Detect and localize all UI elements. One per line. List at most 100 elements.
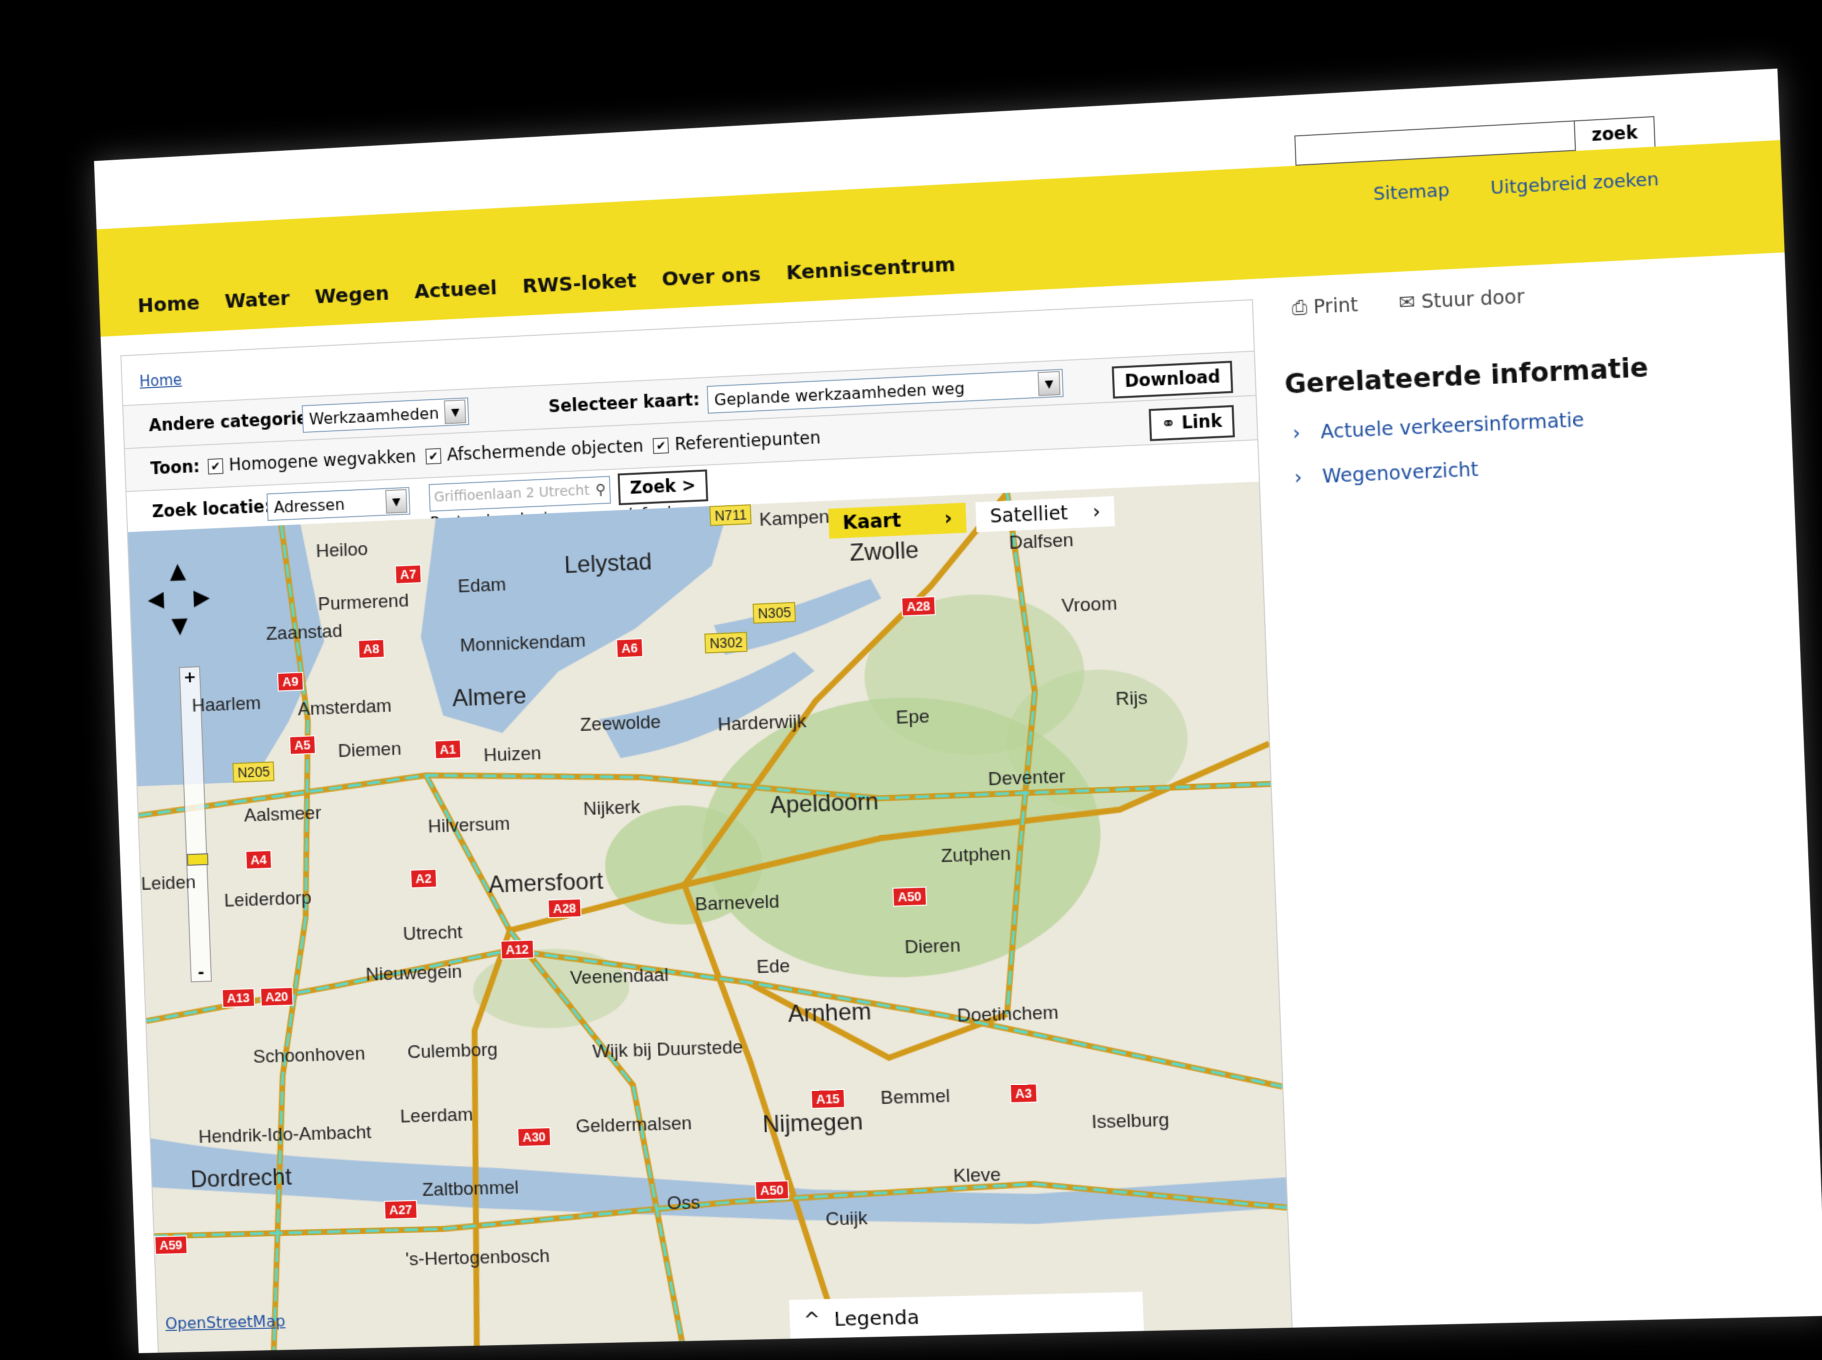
category-select[interactable]: Werkzaamheden ▼ <box>301 397 470 433</box>
place-label: Cuijk <box>825 1208 868 1231</box>
link-button[interactable]: ⚭ Link <box>1148 405 1235 442</box>
send-link[interactable]: ✉ Stuur door <box>1398 286 1524 314</box>
road-shield: A59 <box>154 1235 188 1255</box>
place-label: Zutphen <box>940 843 1012 868</box>
breadcrumb[interactable]: Home <box>139 371 182 391</box>
place-label: Doetinchem <box>956 1002 1059 1027</box>
place-label: Heiloo <box>315 539 369 563</box>
pan-right-icon[interactable]: ▶ <box>193 585 210 610</box>
map-select-label: Selecteer kaart: <box>548 390 701 418</box>
road-shield: A12 <box>500 939 535 960</box>
place-label: Kleve <box>952 1164 1002 1187</box>
pan-down-icon[interactable]: ▼ <box>171 614 188 639</box>
checkbox-referentiepunten[interactable]: ✔ <box>652 437 670 455</box>
road-shield: A5 <box>289 735 316 755</box>
road-shield: A27 <box>383 1199 418 1220</box>
place-label: Dieren <box>904 935 961 959</box>
zoom-out-icon[interactable]: - <box>191 962 211 981</box>
place-label: Leiderdorp <box>223 887 312 912</box>
place-label: Edam <box>457 574 507 598</box>
road-shield: A1 <box>434 739 461 760</box>
nav-actueel[interactable]: Actueel <box>414 275 498 303</box>
map-type-kaart-label: Kaart <box>842 509 902 535</box>
place-label: Arnhem <box>787 998 872 1028</box>
nav-over-ons[interactable]: Over ons <box>661 262 761 291</box>
sidebar: ⎙ Print ✉ Stuur door Gerelateerde inform… <box>1281 274 1761 489</box>
place-label: Amsterdam <box>297 695 392 721</box>
road-shield: A50 <box>892 886 927 907</box>
nav-water[interactable]: Water <box>224 286 290 313</box>
print-label: Print <box>1313 294 1359 319</box>
download-button[interactable]: Download <box>1112 360 1234 399</box>
nav-wegen[interactable]: Wegen <box>314 281 389 308</box>
legend-toggle[interactable]: ^ Legenda <box>789 1291 1144 1340</box>
attribution-link[interactable]: OpenStreetMap <box>165 1312 286 1333</box>
place-label: Nijmegen <box>762 1108 864 1139</box>
map-pan-control[interactable]: ▲ ◀ ▶ ▼ <box>146 558 216 649</box>
chevron-right-icon: › <box>943 507 953 530</box>
place-label: Rijs <box>1115 687 1148 711</box>
checkbox-homogene[interactable]: ✔ <box>207 458 224 475</box>
print-link[interactable]: ⎙ Print <box>1291 294 1358 319</box>
chevron-down-icon: ▼ <box>444 399 467 425</box>
zoom-in-icon[interactable]: + <box>180 667 200 686</box>
chevron-down-icon: ▼ <box>1037 371 1061 397</box>
place-label: Leerdam <box>399 1104 474 1128</box>
link-icon: ⚭ <box>1160 413 1176 435</box>
chevron-right-icon: › <box>1293 466 1303 490</box>
related-item[interactable]: › Wegenoverzicht <box>1294 446 1762 489</box>
pan-up-icon[interactable]: ▲ <box>169 559 186 584</box>
nav-kenniscentrum[interactable]: Kenniscentrum <box>786 252 956 285</box>
place-label: Almere <box>451 682 527 713</box>
road-shield: A15 <box>810 1089 846 1109</box>
road-shield: A7 <box>394 564 422 585</box>
advanced-search-link[interactable]: Uitgebreid zoeken <box>1490 169 1659 199</box>
show-label: Toon: <box>150 457 201 480</box>
page-tools: ⎙ Print ✉ Stuur door <box>1291 274 1755 320</box>
road-shield: A28 <box>901 596 936 617</box>
location-search-placeholder: Griffioenlaan 2 Utrecht <box>433 482 590 506</box>
sitemap-link[interactable]: Sitemap <box>1373 180 1450 205</box>
place-label: Veenendaal <box>569 964 669 989</box>
place-label: Barneveld <box>694 891 780 916</box>
related-item-label: Actuele verkeersinformatie <box>1320 409 1585 444</box>
place-label: Vroom <box>1061 593 1118 617</box>
search-location-label: Zoek locatie: <box>151 497 272 523</box>
road-shield: A9 <box>277 671 304 692</box>
related-item[interactable]: › Actuele verkeersinformatie <box>1292 401 1760 445</box>
category-label: Andere categorie: <box>148 408 315 437</box>
n-road-label: N711 <box>709 504 752 526</box>
road-shield: A4 <box>245 850 272 870</box>
checkbox-label-afschermende: Afschermende objecten <box>446 436 644 466</box>
nav-rws-loket[interactable]: RWS-loket <box>522 268 637 298</box>
checkbox-afschermende[interactable]: ✔ <box>425 448 442 465</box>
road-map[interactable]: ▲ ◀ ▶ ▼ + - Kaart › Satelliet › Heiloo P… <box>127 481 1292 1354</box>
map-type-kaart[interactable]: Kaart › <box>828 502 967 539</box>
place-label: Harderwijk <box>717 711 807 736</box>
checkbox-label-referentiepunten: Referentiepunten <box>674 428 822 456</box>
related-item-label: Wegenoverzicht <box>1321 458 1479 488</box>
search-type-select[interactable]: Adressen ▼ <box>266 486 411 521</box>
place-label: Isselburg <box>1091 1109 1170 1134</box>
place-label: 's-Hertogenbosch <box>405 1246 551 1271</box>
map-type-satelliet[interactable]: Satelliet › <box>975 496 1115 533</box>
place-label: Culemborg <box>407 1039 499 1064</box>
location-search-button[interactable]: Zoek > <box>617 469 709 506</box>
zoom-handle[interactable] <box>186 853 209 866</box>
nav-home[interactable]: Home <box>137 291 200 318</box>
search-type-value: Adressen <box>273 494 345 517</box>
place-label: Dalfsen <box>1008 530 1075 554</box>
place-label: Zwolle <box>849 536 920 567</box>
place-label: Dordrecht <box>190 1163 293 1194</box>
road-shield: A50 <box>754 1180 790 1201</box>
place-label: Purmerend <box>317 590 410 616</box>
screenshot-stage: zoek Sitemap Uitgebreid zoeken Home Wate… <box>0 0 1822 1360</box>
place-label: Apeldoorn <box>769 788 880 820</box>
place-label: Lelystad <box>563 548 653 579</box>
place-label: Diemen <box>337 738 402 762</box>
pan-left-icon[interactable]: ◀ <box>147 587 164 612</box>
road-shield: A3 <box>1009 1083 1038 1104</box>
road-shield: A6 <box>616 638 643 659</box>
chevron-up-icon: ^ <box>803 1307 821 1332</box>
map-select-value: Geplande werkzaamheden weg <box>713 378 965 409</box>
